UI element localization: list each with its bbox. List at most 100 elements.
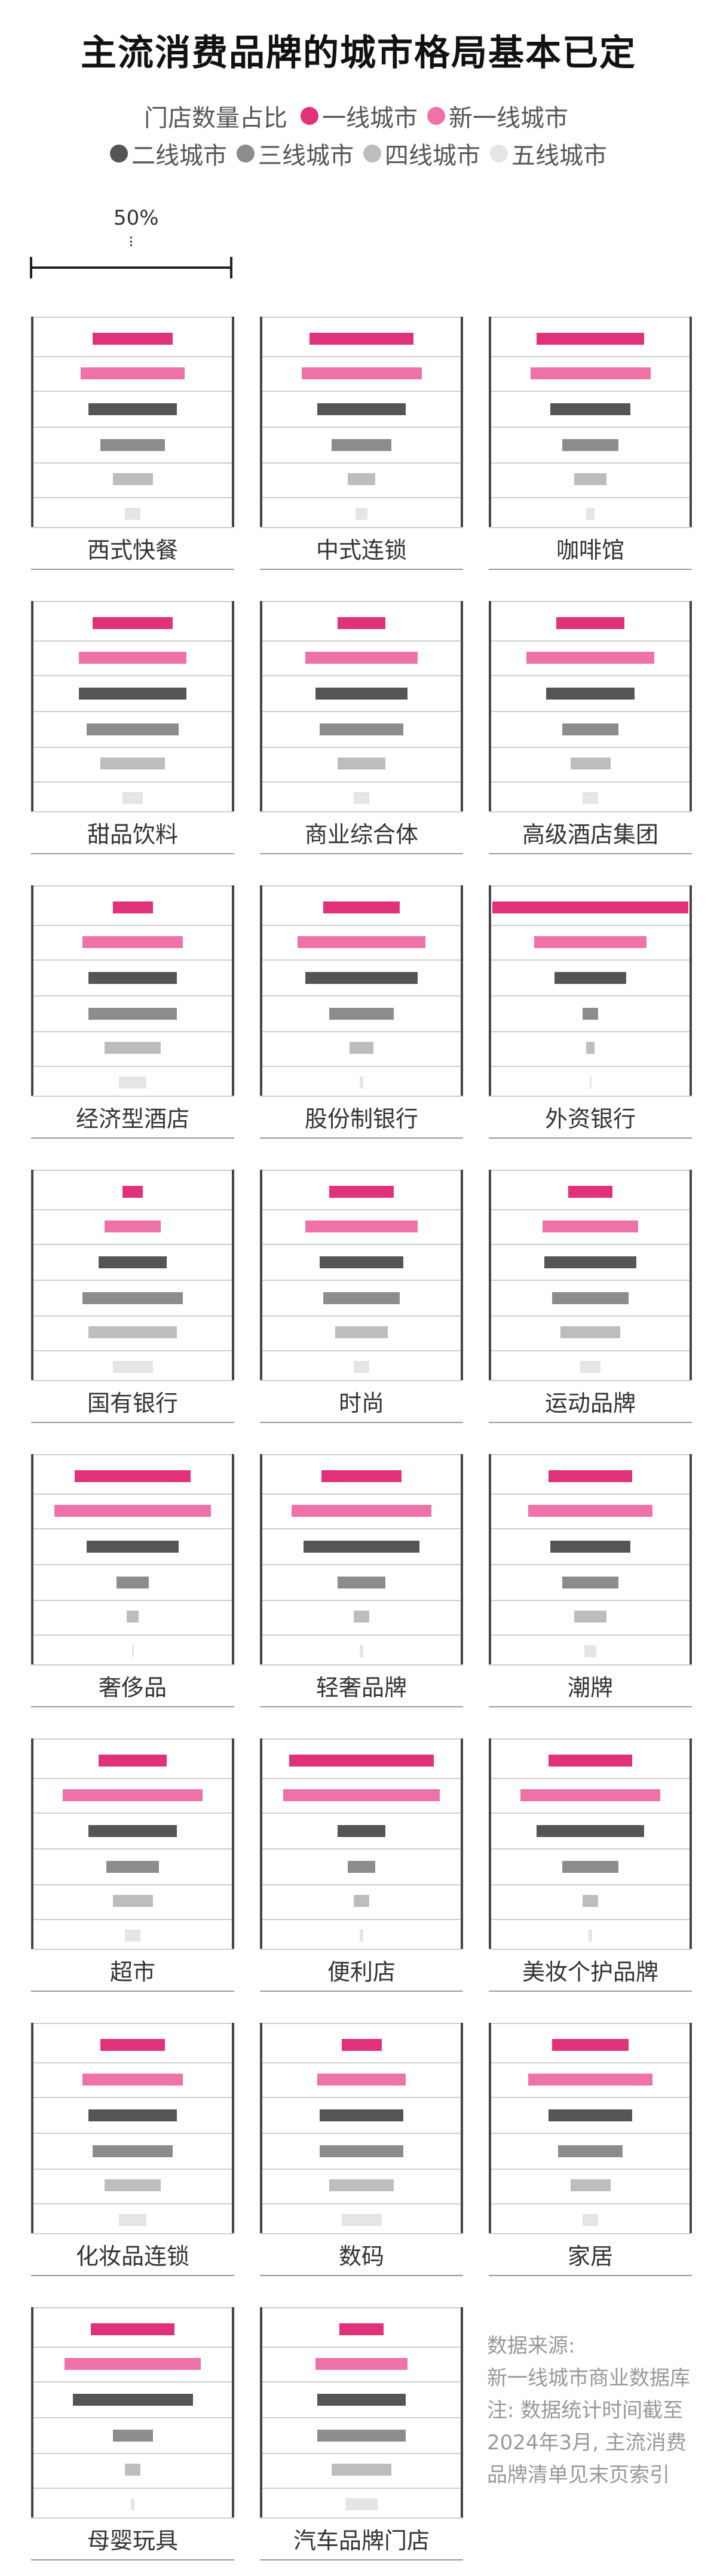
bar-2 bbox=[534, 936, 646, 948]
grid-line bbox=[260, 2417, 463, 2418]
bar-5 bbox=[574, 1611, 606, 1623]
grid-line bbox=[489, 1244, 692, 1245]
bar-1 bbox=[99, 1755, 167, 1767]
bar-6 bbox=[118, 2214, 147, 2226]
bar-5 bbox=[582, 1895, 599, 1907]
bar-3 bbox=[319, 1256, 404, 1268]
bar-2 bbox=[82, 936, 183, 948]
note-line: 数据来源: bbox=[487, 2334, 575, 2358]
grid-line bbox=[260, 1096, 463, 1097]
grid-line bbox=[31, 317, 234, 318]
grid-line bbox=[31, 747, 234, 748]
legend-text: 一线城市 bbox=[322, 105, 418, 132]
grid-line bbox=[31, 1848, 234, 1850]
note-line: 品牌清单见末页索引 bbox=[487, 2463, 670, 2487]
axis-line-left bbox=[260, 601, 262, 811]
grid-line bbox=[31, 2133, 234, 2134]
bar-2 bbox=[301, 367, 422, 379]
axis-line-left bbox=[31, 601, 33, 811]
grid-line bbox=[260, 2203, 463, 2204]
bar-3 bbox=[99, 1256, 167, 1268]
panel-baseline bbox=[489, 569, 692, 570]
grid-line bbox=[489, 317, 692, 318]
grid-line bbox=[31, 2203, 234, 2204]
bar-2 bbox=[291, 1505, 432, 1517]
axis-line-left bbox=[31, 1170, 33, 1380]
bar-3 bbox=[317, 2394, 406, 2406]
bar-3 bbox=[315, 688, 408, 700]
legend-row-2: 二线城市 三线城市 四线城市 五线城市 bbox=[0, 136, 717, 171]
chart-panel: 轻奢品牌 bbox=[260, 1454, 463, 1711]
panel-label: 轻奢品牌 bbox=[315, 1675, 407, 1701]
bar-1 bbox=[309, 333, 414, 345]
bar-5 bbox=[570, 758, 611, 769]
axis-line-left bbox=[489, 885, 491, 1096]
bar-6 bbox=[580, 1361, 600, 1373]
bar-4 bbox=[329, 1008, 394, 1020]
panel-baseline bbox=[489, 2275, 692, 2276]
legend-row-1: 门店数量占比 一线城市 新一线城市 bbox=[0, 99, 717, 133]
bar-3 bbox=[554, 972, 627, 984]
grid-line bbox=[489, 462, 692, 464]
grid-line bbox=[31, 601, 234, 602]
bar-1 bbox=[122, 1186, 143, 1198]
bar-5 bbox=[353, 1611, 370, 1623]
axis-line-left bbox=[260, 885, 262, 1096]
grid-line bbox=[31, 1280, 234, 1281]
axis-line-right bbox=[690, 2023, 692, 2233]
grid-line bbox=[260, 1380, 463, 1381]
grid-line bbox=[31, 885, 234, 887]
axis-line-left bbox=[489, 601, 491, 811]
bar-5 bbox=[329, 2179, 394, 2191]
grid-line bbox=[260, 2133, 463, 2134]
bar-3 bbox=[72, 2394, 193, 2406]
grid-line bbox=[260, 356, 463, 357]
grid-line bbox=[489, 601, 692, 602]
bar-5 bbox=[353, 1895, 370, 1907]
grid-line bbox=[260, 1919, 463, 1920]
bar-1 bbox=[536, 333, 645, 345]
bar-1 bbox=[93, 333, 173, 345]
grid-line bbox=[260, 747, 463, 748]
legend-item-tier4: 四线城市 bbox=[363, 136, 480, 171]
bar-4 bbox=[100, 439, 165, 451]
legend-label: 门店数量占比 bbox=[144, 105, 287, 132]
panel-baseline bbox=[260, 2275, 463, 2276]
bar-2 bbox=[305, 652, 418, 664]
bar-5 bbox=[126, 1611, 139, 1623]
axis-line-right bbox=[461, 1170, 463, 1380]
grid-line bbox=[31, 1884, 234, 1885]
grid-line bbox=[489, 1170, 692, 1171]
bar-4 bbox=[319, 723, 404, 735]
grid-line bbox=[489, 1350, 692, 1351]
bar-6 bbox=[353, 792, 370, 804]
grid-line bbox=[31, 2023, 234, 2024]
grid-line bbox=[489, 1884, 692, 1885]
axis-line-right bbox=[690, 1170, 692, 1380]
grid-line bbox=[260, 1350, 463, 1351]
scale-end-right bbox=[230, 257, 232, 278]
grid-line bbox=[489, 1564, 692, 1565]
chart-panel: 西式快餐 bbox=[31, 317, 234, 574]
chart-panel: 咖啡馆 bbox=[489, 317, 692, 574]
grid-line bbox=[260, 1454, 463, 1455]
bar-4 bbox=[112, 2430, 153, 2442]
grid-line bbox=[260, 1949, 463, 1950]
axis-line-left bbox=[31, 2307, 33, 2517]
grid-line bbox=[31, 2233, 234, 2234]
bar-4 bbox=[331, 439, 392, 451]
bar-6 bbox=[345, 2498, 378, 2510]
bar-1 bbox=[90, 2323, 175, 2335]
grid-line bbox=[31, 1315, 234, 1317]
bar-6 bbox=[112, 1361, 153, 1373]
grid-line bbox=[489, 356, 692, 357]
grid-line bbox=[31, 959, 234, 961]
bar-4 bbox=[562, 723, 618, 735]
legend-text: 新一线城市 bbox=[449, 105, 568, 132]
axis-line-left bbox=[31, 1738, 33, 1949]
bar-2 bbox=[315, 2358, 408, 2370]
panel-label: 美妆个护品牌 bbox=[522, 1959, 658, 1985]
bar-2 bbox=[105, 1220, 161, 1232]
page-title: 主流消费品牌的城市格局基本已定 bbox=[81, 32, 636, 74]
legend-item-tier2: 二线城市 bbox=[110, 136, 227, 171]
